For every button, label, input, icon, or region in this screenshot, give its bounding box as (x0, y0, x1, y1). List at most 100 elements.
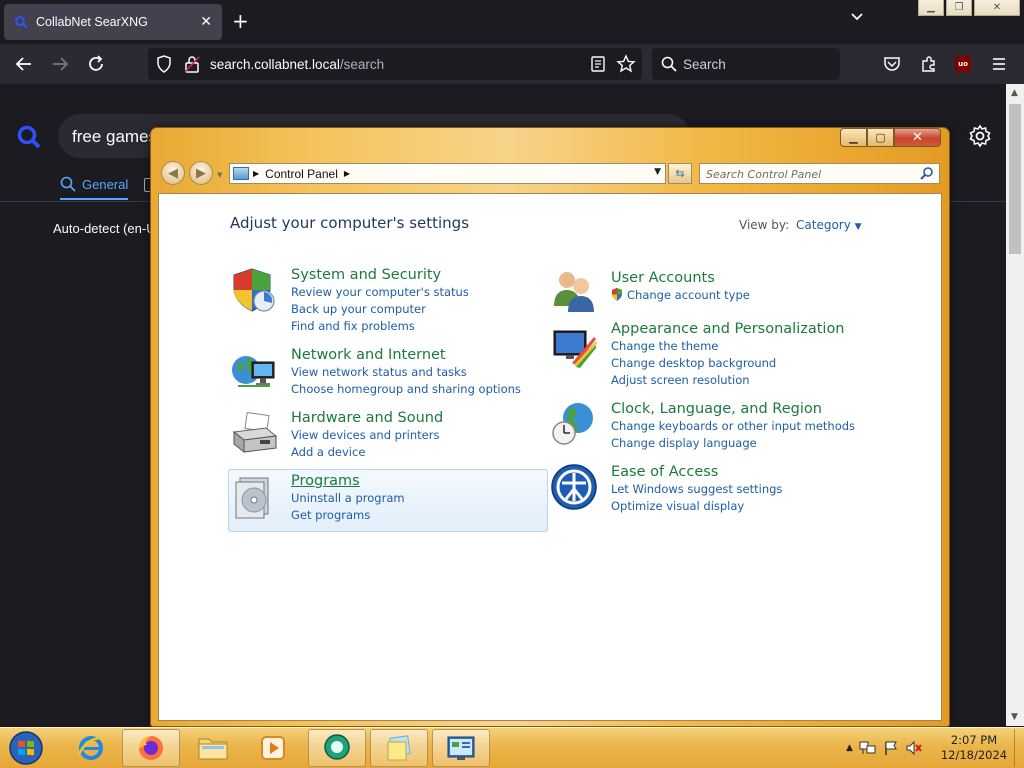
network-globe-icon[interactable] (230, 348, 278, 396)
back-icon[interactable] (14, 54, 34, 74)
sticky-notes-icon (387, 735, 411, 761)
category-title[interactable]: Clock, Language, and Region (611, 400, 855, 418)
scroll-down-arrow-icon[interactable]: ▼ (1011, 712, 1018, 722)
category-link[interactable]: View network status and tasks (291, 364, 521, 381)
category-title[interactable]: Programs (291, 472, 405, 490)
cp-recent-pages-icon[interactable]: ▼ (217, 171, 222, 179)
scroll-up-arrow-icon[interactable]: ▲ (1011, 88, 1018, 98)
taskbar-internet-explorer[interactable] (62, 729, 120, 767)
category-link[interactable]: Change desktop background (611, 355, 845, 372)
printer-icon[interactable] (230, 410, 278, 458)
show-hidden-icons-icon[interactable]: ▲ (846, 743, 853, 753)
ease-of-access-icon[interactable] (550, 463, 598, 511)
address-dropdown-icon[interactable]: ▼ (654, 167, 661, 177)
category-system-security: System and Security Review your computer… (291, 266, 469, 335)
tracking-protection-icon[interactable] (156, 55, 172, 73)
forward-icon[interactable] (50, 54, 70, 74)
cp-address-bar[interactable]: ▶ Control Panel ▶ ▼ (229, 163, 666, 184)
taskbar-file-explorer[interactable] (184, 729, 242, 767)
pocket-icon[interactable] (883, 55, 901, 73)
new-tab-button[interactable]: + (232, 10, 249, 32)
category-link[interactable]: View devices and printers (291, 427, 443, 444)
category-link[interactable]: Review your computer's status (291, 284, 469, 301)
searx-query-input[interactable]: free games (72, 127, 157, 147)
category-title[interactable]: Hardware and Sound (291, 409, 443, 427)
category-title[interactable]: Ease of Access (611, 463, 782, 481)
category-link[interactable]: Adjust screen resolution (611, 372, 845, 389)
searx-language-autodetect[interactable]: Auto-detect (en-U (53, 221, 156, 236)
search-bar[interactable] (652, 48, 840, 80)
category-title[interactable]: Network and Internet (291, 346, 521, 364)
cp-forward-button[interactable]: ▶ (189, 161, 213, 185)
searx-tab-general-label: General (82, 176, 129, 192)
category-link[interactable]: Change the theme (611, 338, 845, 355)
searx-tab-general[interactable]: General (60, 176, 129, 200)
monitor-paint-icon[interactable] (550, 323, 598, 371)
scrollbar-thumb[interactable] (1009, 104, 1021, 254)
start-button[interactable] (5, 729, 47, 767)
cp-maximize-button[interactable]: ▢ (867, 128, 894, 147)
insecure-lock-icon[interactable] (184, 55, 200, 73)
globe-clock-icon[interactable] (550, 400, 598, 448)
category-link[interactable]: Choose homegroup and sharing options (291, 381, 521, 398)
list-all-tabs-icon[interactable] (850, 12, 864, 22)
url-text[interactable]: search.collabnet.local/search (210, 57, 384, 72)
category-title[interactable]: Appearance and Personalization (611, 320, 845, 338)
taskbar-control-panel[interactable] (432, 729, 490, 767)
category-link[interactable]: Get programs (291, 507, 405, 524)
taskbar-firefox[interactable] (122, 729, 180, 767)
category-link[interactable]: Add a device (291, 444, 443, 461)
taskbar-clock[interactable]: 2:07 PM 12/18/2024 (934, 733, 1014, 763)
taskbar-media-player[interactable] (244, 729, 302, 767)
page-scrollbar[interactable]: ▲ ▼ (1006, 84, 1024, 726)
browser-tab[interactable]: CollabNet SearXNG ✕ (4, 4, 222, 40)
category-link[interactable]: Find and fix problems (291, 318, 469, 335)
cp-minimize-button[interactable]: ▁ (840, 128, 867, 147)
tab-close-icon[interactable]: ✕ (200, 14, 212, 30)
category-title[interactable]: User Accounts (611, 269, 750, 287)
programs-disc-icon[interactable] (230, 472, 278, 520)
cp-search-box[interactable] (699, 163, 940, 184)
category-link-uac[interactable]: Change account type (611, 287, 750, 304)
breadcrumb-arrow-icon[interactable]: ▶ (344, 169, 350, 178)
cp-close-button[interactable]: ✕ (894, 128, 941, 147)
cp-caption-buttons: ▁ ▢ ✕ (840, 128, 941, 147)
hamburger-menu-icon[interactable] (991, 56, 1007, 72)
file-explorer-icon (198, 738, 228, 760)
breadcrumb-arrow-icon[interactable]: ▶ (253, 169, 259, 178)
reader-view-icon[interactable] (590, 55, 606, 73)
searx-logo-search-icon[interactable] (16, 124, 42, 150)
volume-muted-icon[interactable] (905, 740, 923, 756)
cp-back-button[interactable]: ◀ (161, 161, 185, 185)
reload-icon[interactable] (86, 54, 106, 74)
category-title[interactable]: System and Security (291, 266, 469, 284)
category-link[interactable]: Change keyboards or other input methods (611, 418, 855, 435)
cp-heading: Adjust your computer's settings (230, 214, 470, 232)
view-by-dropdown[interactable]: Category ▼ (796, 218, 862, 232)
cp-refresh-button[interactable]: ⇆ (668, 163, 692, 184)
breadcrumb-control-panel[interactable]: Control Panel (265, 167, 338, 181)
outer-close-button[interactable]: ✕ (974, 0, 1020, 16)
show-desktop-button[interactable] (1014, 729, 1024, 767)
taskbar-chat-app[interactable] (308, 729, 366, 767)
bookmark-star-icon[interactable] (616, 54, 636, 74)
users-icon[interactable] (550, 266, 598, 314)
ublock-origin-icon[interactable]: uo (955, 56, 971, 72)
cp-search-magnifier-icon[interactable] (920, 166, 934, 180)
searx-preferences-gear-icon[interactable] (968, 124, 992, 148)
shield-icon[interactable] (230, 266, 278, 314)
category-link[interactable]: Let Windows suggest settings (611, 481, 782, 498)
outer-minimize-button[interactable]: ▁ (918, 0, 944, 16)
category-link[interactable]: Back up your computer (291, 301, 469, 318)
view-by-label: View by: (739, 218, 790, 232)
taskbar-sticky-notes[interactable] (370, 729, 428, 767)
category-link[interactable]: Optimize visual display (611, 498, 782, 515)
extensions-puzzle-icon[interactable] (920, 55, 938, 73)
clock-date: 12/18/2024 (940, 748, 1008, 762)
action-center-flag-icon[interactable] (883, 740, 899, 756)
outer-restore-button[interactable]: ❐ (946, 0, 972, 16)
category-link[interactable]: Change display language (611, 435, 855, 452)
category-link[interactable]: Uninstall a program (291, 490, 405, 507)
cp-search-input[interactable] (706, 166, 906, 182)
network-tray-icon[interactable] (859, 740, 877, 756)
